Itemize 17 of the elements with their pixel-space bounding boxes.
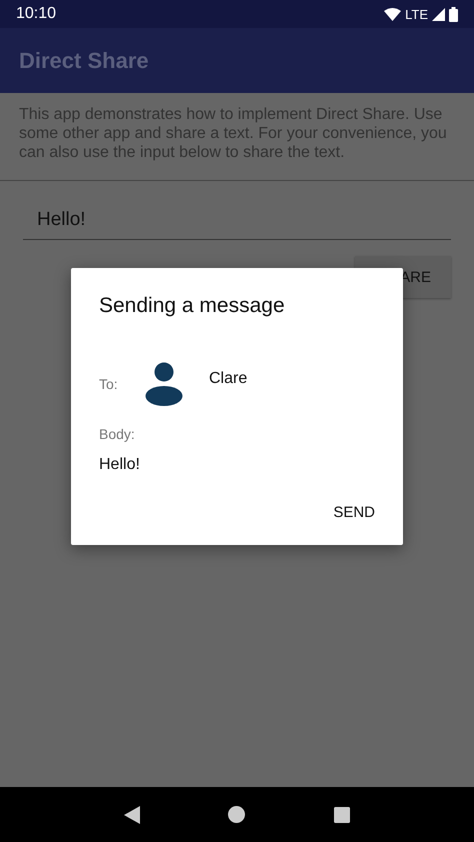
battery-icon	[449, 6, 458, 22]
send-button[interactable]: SEND	[321, 496, 387, 529]
message-body: Hello!	[99, 456, 141, 474]
back-icon[interactable]	[124, 806, 140, 824]
signal-icon	[432, 8, 445, 20]
person-icon	[145, 362, 183, 406]
network-type: LTE	[405, 6, 428, 22]
status-time: 10:10	[16, 5, 58, 23]
wifi-icon	[384, 8, 402, 20]
to-label: To:	[99, 376, 119, 392]
recipient-name: Clare	[209, 370, 248, 388]
app-title: Direct Share	[19, 48, 149, 74]
message-input-field[interactable]: Hello!	[23, 209, 451, 240]
recents-icon[interactable]	[334, 806, 350, 822]
dialog-title: Sending a message	[99, 294, 286, 318]
home-icon[interactable]	[228, 806, 246, 823]
body-label: Body:	[99, 426, 136, 442]
